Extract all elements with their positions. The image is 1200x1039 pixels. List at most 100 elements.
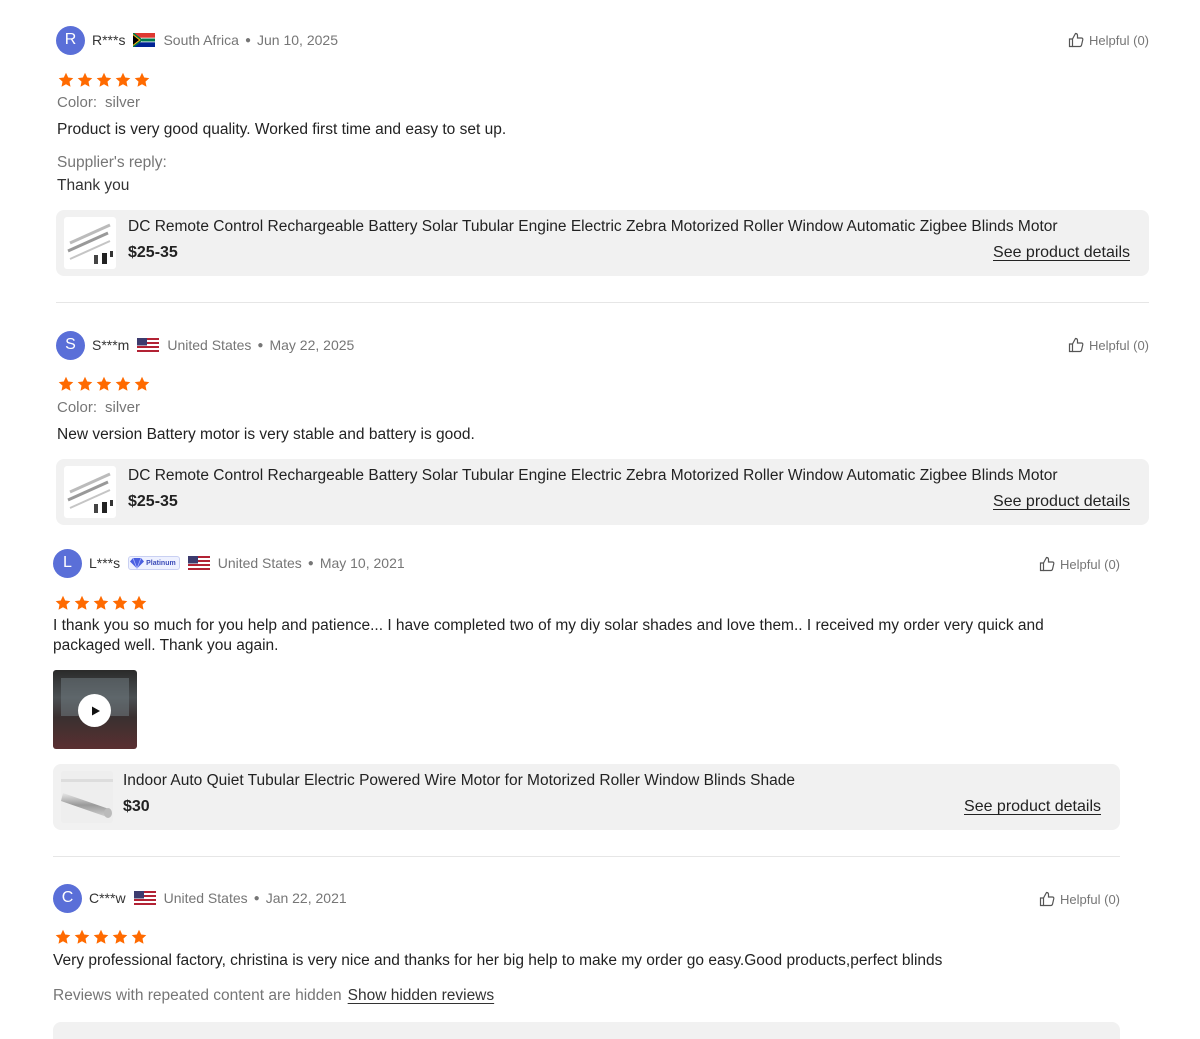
see-product-details-link[interactable]: See product details <box>993 244 1130 262</box>
product-image <box>61 779 113 818</box>
see-product-details-link[interactable]: See product details <box>964 798 1101 816</box>
star-icon <box>77 72 93 87</box>
helpful-label: Helpful (0) <box>1089 337 1149 353</box>
product-thumbnail[interactable] <box>64 466 116 518</box>
star-icon <box>112 929 128 944</box>
star-icon <box>134 72 150 87</box>
product-thumbnail[interactable] <box>64 217 116 269</box>
variant-info: Color: silver <box>57 94 140 111</box>
review-header: R R***s South Africa ● Jun 10, 2025 <box>56 25 338 55</box>
product-title[interactable]: Indoor Auto Quiet Tubular Electric Power… <box>123 772 1103 790</box>
reviewer-country: South Africa <box>163 32 239 48</box>
rating-stars <box>55 929 147 945</box>
star-icon <box>74 929 90 944</box>
avatar: R <box>56 25 85 55</box>
avatar: C <box>53 883 82 913</box>
badge-label: Platinum <box>146 559 176 567</box>
review-text: New version Battery motor is very stable… <box>57 426 475 443</box>
see-product-details-link[interactable]: See product details <box>993 493 1130 511</box>
thumbs-up-icon <box>1068 337 1084 353</box>
star-icon <box>115 72 131 87</box>
review-card: S S***m United States ● May 22, 2025 Hel… <box>56 330 1149 526</box>
star-icon <box>93 929 109 944</box>
rating-stars <box>58 376 150 392</box>
star-icon <box>58 72 74 87</box>
review-date: Jun 10, 2025 <box>257 32 338 48</box>
product-title[interactable]: DC Remote Control Rechargeable Battery S… <box>128 218 1130 236</box>
helpful-button[interactable]: Helpful (0) <box>1068 25 1149 55</box>
star-icon <box>58 376 74 391</box>
review-card: R R***s South Africa ● Jun 10, 2025 Help… <box>56 25 1149 280</box>
star-icon <box>74 595 90 610</box>
product-image <box>67 472 113 513</box>
play-icon[interactable] <box>78 694 111 727</box>
reviewer-name: C***w <box>89 890 126 906</box>
product-price: $25-35 <box>128 244 178 261</box>
review-video-thumbnail[interactable] <box>53 670 137 749</box>
star-icon <box>134 376 150 391</box>
star-icon <box>112 595 128 610</box>
star-icon <box>131 595 147 610</box>
product-title[interactable]: DC Remote Control Rechargeable Battery S… <box>128 467 1130 485</box>
product-card[interactable]: Indoor Auto Quiet Tubular Electric Power… <box>53 764 1120 830</box>
review-text: Product is very good quality. Worked fir… <box>57 121 507 138</box>
variant-value: silver <box>105 94 141 111</box>
helpful-label: Helpful (0) <box>1060 556 1120 572</box>
star-icon <box>93 595 109 610</box>
star-icon <box>55 595 71 610</box>
review-date: Jan 22, 2021 <box>265 890 347 906</box>
variant-value: silver <box>105 399 141 416</box>
variant-label: Color: <box>57 94 98 111</box>
avatar: S <box>56 330 85 360</box>
reviewer-name: S***m <box>92 337 130 353</box>
rating-stars <box>58 72 150 88</box>
star-icon <box>131 929 147 944</box>
review-text: Very professional factory, christina is … <box>53 952 943 969</box>
reviewer-country: United States <box>163 890 248 906</box>
star-icon <box>115 376 131 391</box>
helpful-button[interactable]: Helpful (0) <box>1068 330 1149 360</box>
avatar: L <box>53 548 82 578</box>
review-header: C C***w United States ● Jan 22, 2021 <box>53 883 347 913</box>
reviewer-name: L***s <box>89 555 121 571</box>
reviewer-country: United States <box>167 337 252 353</box>
helpful-button[interactable]: Helpful (0) <box>1039 884 1120 914</box>
helpful-label: Helpful (0) <box>1060 891 1120 907</box>
review-card: C C***w United States ● Jan 22, 2021 Hel… <box>53 883 1120 978</box>
divider <box>56 302 1149 303</box>
platinum-badge: Platinum <box>128 556 180 570</box>
star-icon <box>77 376 93 391</box>
helpful-button[interactable]: Helpful (0) <box>1039 549 1120 579</box>
review-date: May 10, 2021 <box>319 555 405 571</box>
hidden-reviews-text: Reviews with repeated content are hidden <box>53 987 342 1004</box>
next-card-edge <box>53 1022 1120 1039</box>
review-header: S S***m United States ● May 22, 2025 <box>56 330 354 360</box>
star-icon <box>96 72 112 87</box>
variant-label: Color: <box>57 399 98 416</box>
rating-stars <box>55 595 147 611</box>
review-date: May 22, 2025 <box>269 337 355 353</box>
us-flag-icon <box>133 891 156 905</box>
review-header: L L***s Platinum United States ● May 10,… <box>53 548 405 578</box>
helpful-label: Helpful (0) <box>1089 32 1149 48</box>
product-price: $25-35 <box>128 493 178 510</box>
product-card[interactable]: DC Remote Control Rechargeable Battery S… <box>56 210 1149 276</box>
review-text: I thank you so much for you help and pat… <box>53 617 1044 654</box>
review-card: L L***s Platinum United States ● May 10,… <box>53 548 1120 831</box>
show-hidden-reviews-link[interactable]: Show hidden reviews <box>348 987 494 1004</box>
variant-info: Color: silver <box>57 399 140 416</box>
supplier-reply-text: Thank you <box>57 177 130 194</box>
south-africa-flag-icon <box>133 33 156 47</box>
thumbs-up-icon <box>1068 32 1084 48</box>
reviewer-name: R***s <box>92 32 126 48</box>
us-flag-icon <box>187 556 210 570</box>
supplier-reply-label: Supplier's reply: <box>57 154 167 171</box>
product-price: $30 <box>123 798 150 815</box>
product-thumbnail[interactable] <box>61 771 113 823</box>
star-icon <box>55 929 71 944</box>
diamond-icon <box>130 557 145 569</box>
product-image <box>67 223 113 264</box>
star-icon <box>96 376 112 391</box>
divider <box>53 856 1120 857</box>
product-card[interactable]: DC Remote Control Rechargeable Battery S… <box>56 459 1149 525</box>
